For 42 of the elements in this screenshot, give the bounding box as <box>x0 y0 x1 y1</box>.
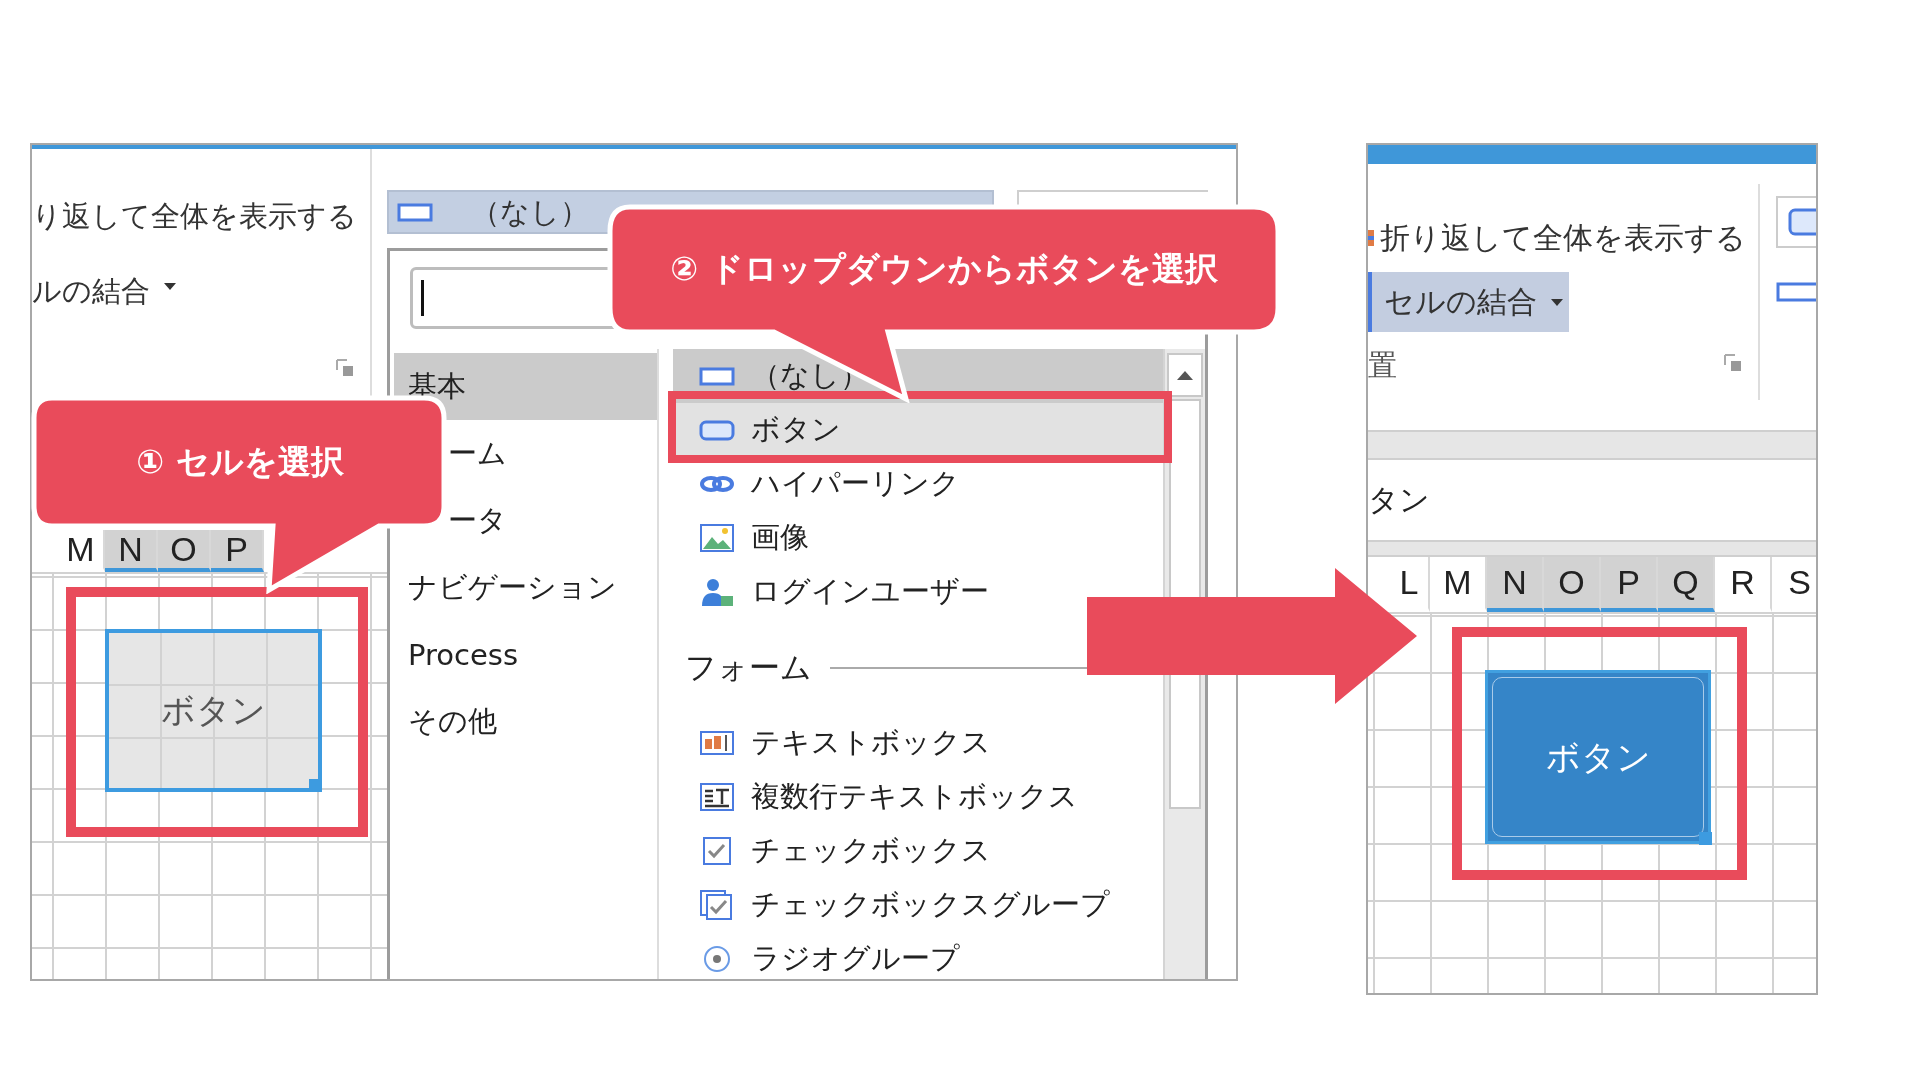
cell-type-item[interactable]: ログインユーザー <box>673 565 1163 619</box>
column-header[interactable]: N <box>1487 557 1544 612</box>
merge-cells-button[interactable]: ルの結合 <box>32 273 350 309</box>
cell-type-item[interactable]: 複数行テキストボックス <box>673 770 1163 824</box>
dialog-launcher-icon[interactable] <box>336 359 354 377</box>
callout-text: ① セルを選択 <box>136 440 344 483</box>
cell-type-item[interactable]: 画像 <box>673 511 1163 565</box>
scroll-up-button[interactable] <box>1167 353 1203 397</box>
wrap-text-icon <box>1368 230 1374 246</box>
up-arrow-icon <box>1177 370 1193 380</box>
formula-text: タン <box>1368 482 1430 518</box>
multiline-text-icon <box>699 782 735 812</box>
group-label: 置 <box>1368 348 1397 383</box>
wrap-text-option[interactable]: 折り返して全体を表示する <box>1380 220 1746 256</box>
cell-type-item[interactable]: チェックボックス <box>673 824 1163 878</box>
section-heading: フォーム <box>685 648 812 687</box>
cell-type-item[interactable]: ハイパーリンク <box>673 457 1163 511</box>
callout-text: ② ドロップダウンからボタンを選択 <box>670 248 1218 290</box>
column-header[interactable]: O <box>158 530 211 572</box>
column-header[interactable]: P <box>211 530 264 572</box>
column-header[interactable]: N <box>105 530 158 572</box>
column-header[interactable]: Q <box>1658 557 1715 612</box>
cell-type-item[interactable]: ボタン <box>673 403 1163 457</box>
sheet-button[interactable]: ボタン <box>1485 670 1711 844</box>
selected-cells[interactable]: ボタン <box>105 629 322 792</box>
checkbox-group-icon <box>699 890 735 920</box>
column-header[interactable]: P <box>1601 557 1658 612</box>
cell-type-item[interactable]: テキストボックス <box>673 716 1163 770</box>
category-item[interactable]: その他 <box>394 688 657 755</box>
resize-handle[interactable] <box>1699 832 1712 845</box>
cell-type-item[interactable]: チェックボックスグループ <box>673 878 1163 932</box>
category-item[interactable]: Process <box>394 621 657 688</box>
merge-cells-button[interactable]: セルの結合 <box>1368 272 1569 332</box>
dialog-launcher-icon[interactable] <box>1724 354 1742 372</box>
textbox-icon <box>699 728 735 758</box>
user-icon <box>699 577 735 607</box>
image-icon <box>699 523 735 553</box>
cell-type-item[interactable]: ラジオグループ <box>673 932 1163 979</box>
wrap-text-option[interactable]: り返して全体を表示する <box>32 199 350 234</box>
category-item[interactable]: ナビゲーション <box>394 554 657 621</box>
button-icon[interactable] <box>1776 196 1816 248</box>
column-header[interactable]: O <box>1544 557 1601 612</box>
